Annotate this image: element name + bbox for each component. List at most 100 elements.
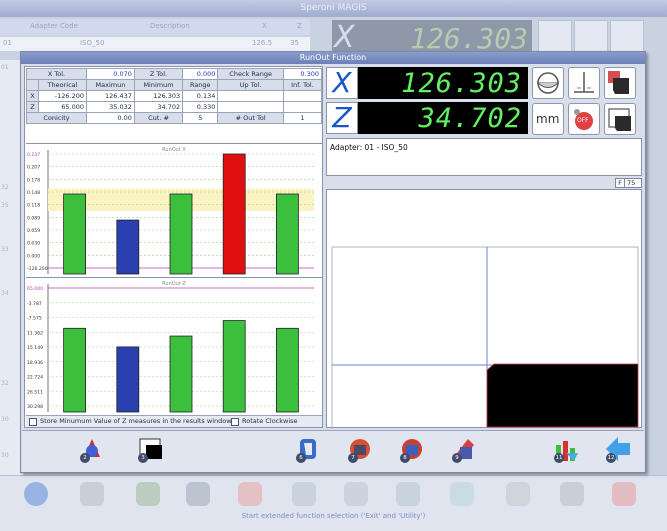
- profile-icon: [608, 71, 629, 94]
- bar: [116, 219, 140, 275]
- cell-maximun: 35.032: [86, 101, 135, 113]
- zoom-indicator[interactable]: F 75: [615, 178, 642, 188]
- ztol-label: Z Tol.: [133, 68, 184, 80]
- network-icon: [450, 482, 474, 506]
- lens-view-button[interactable]: [532, 67, 564, 99]
- statistics-button[interactable]: 11: [552, 435, 580, 463]
- bg-tick: 33: [1, 246, 9, 253]
- bg-row-z: 35: [290, 39, 299, 47]
- y-tick-label: 0.178: [27, 177, 40, 183]
- cell-range: 0.134: [182, 90, 219, 102]
- x-readout: X 126.303: [326, 67, 528, 99]
- axis-select-button[interactable]: 2: [78, 435, 106, 463]
- y-tick-label: 15.149: [27, 345, 43, 351]
- y-tick-label: 65.000: [27, 286, 43, 292]
- cell-inf-tol: [282, 90, 323, 102]
- bg-readout-axis: X: [334, 20, 355, 55]
- unit-button[interactable]: mm: [532, 103, 564, 135]
- conicity-value: 0.00: [86, 112, 135, 124]
- shadow-icon: [608, 108, 631, 131]
- toolbar-number: 2: [80, 453, 90, 463]
- report-button[interactable]: 9: [450, 435, 478, 463]
- y-tick-label: 22.724: [27, 375, 43, 381]
- y-tick-label: -7.575: [27, 316, 42, 322]
- bg-tick: 32: [1, 184, 9, 191]
- holder-icon: [186, 482, 210, 506]
- bg-tick: 35: [1, 202, 9, 209]
- shadow-view-button[interactable]: [604, 103, 636, 135]
- y-tick-label: 0.207: [27, 165, 40, 171]
- app-title: Speroni MAGIS: [0, 0, 667, 17]
- cut-field[interactable]: 5: [182, 112, 219, 124]
- cell-minimum: 34.702: [133, 101, 184, 113]
- runout-x-chart: 0.237 0.207 0.178 0.148 0.118 0.089 0.059 0.030…: [26, 143, 322, 277]
- col-inf-tol: Inf. Tol.: [282, 79, 323, 91]
- y-tick-label: -126.200: [27, 266, 48, 272]
- bar: [275, 193, 299, 275]
- store-min-checkbox[interactable]: [29, 418, 37, 426]
- tool-image-view[interactable]: [326, 189, 642, 472]
- bar: [63, 327, 86, 413]
- y-tick-label: 18.936: [27, 360, 43, 366]
- toolbar-number: 8: [400, 453, 410, 463]
- zoom-value: 75: [627, 179, 636, 187]
- xtol-field[interactable]: 0.070: [86, 68, 135, 80]
- col-up-tol: Up Tol.: [217, 79, 284, 91]
- bg-mini-button: [574, 20, 608, 54]
- row-axis-z: Z: [26, 101, 39, 113]
- toolbar-number: 6: [296, 453, 306, 463]
- profile-view-button[interactable]: [604, 67, 636, 99]
- bg-mini-button: [538, 20, 572, 54]
- table-row: X -126.200 126.437 126.303 0.134: [26, 90, 323, 102]
- crosshair-icon: [574, 72, 594, 93]
- image-capture-button[interactable]: 3: [136, 435, 164, 463]
- check-range-label: Check Range: [217, 68, 284, 80]
- bar: [275, 327, 299, 413]
- spindle-red-button[interactable]: 7: [346, 435, 374, 463]
- bg-tick: 30: [1, 416, 9, 423]
- row-axis-x: X: [26, 90, 39, 102]
- bg-readout: X 126.303: [332, 20, 532, 55]
- cell-up-tol: [217, 101, 284, 113]
- status-bar: Start extended function selection ('Exit…: [241, 512, 426, 520]
- spindle-blue-button[interactable]: 8: [398, 435, 426, 463]
- cell-up-tol: [217, 90, 284, 102]
- bg-header-z: Z: [297, 22, 302, 30]
- bg-row-desc: ISO_50: [80, 39, 105, 47]
- y-tick-label: 0.118: [27, 203, 40, 209]
- bg-table-row: 01 ISO_50 126.5 35: [0, 37, 310, 51]
- exit-arrow-button[interactable]: 12: [604, 435, 632, 463]
- bg-mini-button: [610, 20, 644, 54]
- y-tick-label: 30.298: [27, 404, 43, 410]
- conicity-label: Conicity: [26, 112, 87, 124]
- bg-tick: 01: [1, 64, 9, 71]
- bar: [222, 153, 246, 275]
- tool-image: [331, 246, 639, 472]
- cell-theorical: -126.200: [38, 90, 87, 102]
- lens-icon: [537, 72, 559, 94]
- wrench-icon: [344, 482, 368, 506]
- crosshair-button[interactable]: [568, 67, 600, 99]
- ztol-field[interactable]: 0.000: [182, 68, 219, 80]
- toolbar-number: 3: [138, 453, 148, 463]
- rotate-clockwise-checkbox[interactable]: [231, 418, 239, 426]
- y-tick-label: 0.148: [27, 190, 40, 196]
- probe-button[interactable]: 6: [294, 435, 322, 463]
- bg-row-code: 01: [3, 39, 12, 47]
- toolbar-number: 9: [452, 453, 462, 463]
- bar: [169, 335, 193, 413]
- light-off-button[interactable]: OFF: [568, 103, 600, 135]
- toolbar-number: 11: [554, 453, 564, 463]
- bg-header-description: Description: [150, 22, 190, 30]
- check-range-field[interactable]: 0.300: [282, 68, 323, 80]
- z-axis-label: Z: [326, 102, 358, 134]
- chart-title: RunOut Z: [162, 281, 186, 287]
- xtol-label: X Tol.: [26, 68, 87, 80]
- y-tick-label: 0.089: [27, 215, 40, 221]
- results-pane: X Tol. 0.070 Z Tol. 0.000 Check Range 0.…: [24, 66, 323, 428]
- bg-tick: 34: [1, 290, 9, 297]
- dialog-toolbar: 2 3 6 7 8 9 11 12: [22, 430, 644, 472]
- bar: [116, 346, 140, 413]
- chart-title: RunOut X: [162, 147, 186, 153]
- x-readout-value: 126.303: [401, 68, 522, 99]
